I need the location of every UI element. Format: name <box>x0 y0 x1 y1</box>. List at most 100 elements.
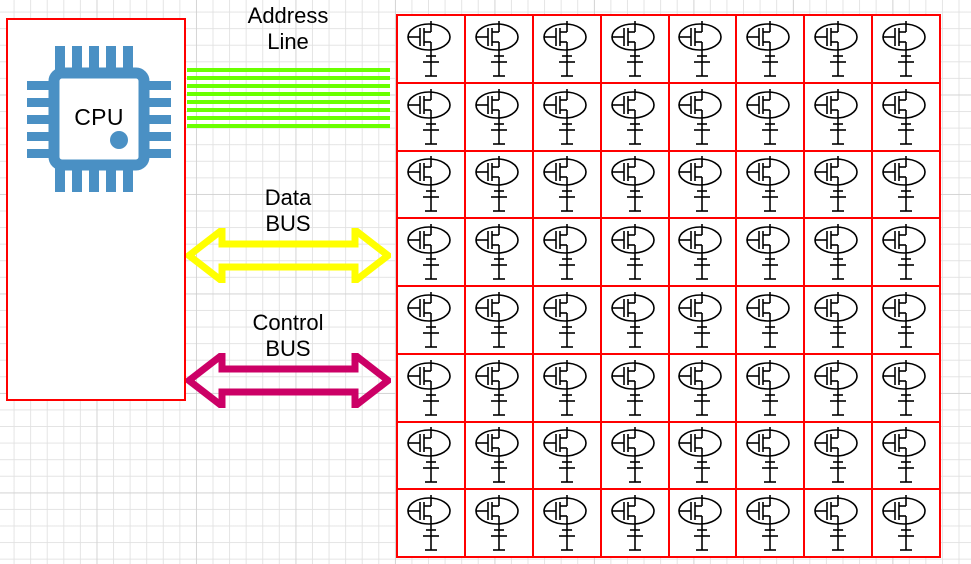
memory-cell[interactable] <box>737 16 806 84</box>
memory-cell[interactable] <box>398 490 466 558</box>
memory-cell[interactable] <box>533 151 602 220</box>
address-line <box>187 108 390 112</box>
memory-cell[interactable] <box>533 422 602 491</box>
memory-cell[interactable] <box>873 151 941 220</box>
memory-cell[interactable] <box>465 422 534 491</box>
dram-cell-icon <box>402 424 460 486</box>
memory-cell[interactable] <box>533 83 602 152</box>
dram-cell-icon <box>877 18 935 80</box>
memory-cell[interactable] <box>398 287 466 355</box>
memory-cell[interactable] <box>465 287 534 355</box>
memory-cell[interactable] <box>737 490 806 558</box>
memory-cell[interactable] <box>805 422 874 491</box>
dram-cell-icon <box>673 424 731 486</box>
memory-cell[interactable] <box>669 490 738 558</box>
control-bus-arrow[interactable] <box>186 353 391 408</box>
memory-cell[interactable] <box>601 287 670 355</box>
memory-cell[interactable] <box>398 151 466 220</box>
memory-cell[interactable] <box>737 83 806 152</box>
address-line <box>187 100 390 104</box>
dram-cell-icon <box>402 153 460 215</box>
memory-cell[interactable] <box>601 422 670 491</box>
memory-cell[interactable] <box>873 219 941 287</box>
dram-cell-icon <box>538 153 596 215</box>
dram-cell-icon <box>741 221 799 283</box>
memory-cell[interactable] <box>669 422 738 491</box>
memory-cell[interactable] <box>465 219 534 287</box>
memory-cell[interactable] <box>533 490 602 558</box>
memory-cell[interactable] <box>805 490 874 558</box>
memory-cell[interactable] <box>737 422 806 491</box>
memory-cell[interactable] <box>465 83 534 152</box>
memory-cell[interactable] <box>669 354 738 423</box>
dram-cell-icon <box>606 18 664 80</box>
memory-cell[interactable] <box>465 16 534 84</box>
memory-cell[interactable] <box>465 151 534 220</box>
address-line <box>187 76 390 80</box>
memory-cell[interactable] <box>398 16 466 84</box>
memory-cell[interactable] <box>805 354 874 423</box>
memory-cell[interactable] <box>805 16 874 84</box>
memory-cell[interactable] <box>737 354 806 423</box>
memory-cell[interactable] <box>805 151 874 220</box>
memory-cell[interactable] <box>669 83 738 152</box>
memory-cell[interactable] <box>805 219 874 287</box>
dram-cell-icon <box>741 153 799 215</box>
memory-cell[interactable] <box>398 83 466 152</box>
address-line-bundle[interactable] <box>187 68 390 130</box>
dram-cell-icon <box>402 18 460 80</box>
memory-cell[interactable] <box>533 219 602 287</box>
memory-cell[interactable] <box>873 83 941 152</box>
memory-cell[interactable] <box>669 151 738 220</box>
memory-cell[interactable] <box>601 16 670 84</box>
memory-cell[interactable] <box>669 219 738 287</box>
memory-cell[interactable] <box>805 83 874 152</box>
memory-cell[interactable] <box>737 287 806 355</box>
memory-cell[interactable] <box>601 83 670 152</box>
memory-cell[interactable] <box>873 16 941 84</box>
memory-cell[interactable] <box>465 490 534 558</box>
memory-cell[interactable] <box>601 219 670 287</box>
dram-cell-icon <box>673 289 731 351</box>
memory-cell[interactable] <box>533 354 602 423</box>
dram-cell-icon <box>877 357 935 419</box>
memory-cell[interactable] <box>398 422 466 491</box>
dram-cell-icon <box>741 424 799 486</box>
memory-cell[interactable] <box>737 151 806 220</box>
address-line <box>187 124 390 128</box>
memory-cell[interactable] <box>601 490 670 558</box>
dram-cell-icon <box>809 424 867 486</box>
data-bus-arrow[interactable] <box>186 228 391 283</box>
address-line <box>187 68 390 72</box>
dram-cell-icon <box>877 424 935 486</box>
dram-cell-icon <box>402 86 460 148</box>
dram-cell-icon <box>470 153 528 215</box>
memory-cell[interactable] <box>805 287 874 355</box>
dram-cell-icon <box>606 492 664 554</box>
memory-cell[interactable] <box>873 490 941 558</box>
dram-cell-icon <box>673 86 731 148</box>
dram-cell-icon <box>877 492 935 554</box>
cpu-panel[interactable]: CPU <box>6 18 186 401</box>
dram-cell-icon <box>606 357 664 419</box>
dram-cell-icon <box>470 18 528 80</box>
dram-cell-icon <box>402 492 460 554</box>
memory-cell[interactable] <box>601 354 670 423</box>
memory-cell[interactable] <box>873 287 941 355</box>
memory-cell[interactable] <box>737 219 806 287</box>
memory-cell[interactable] <box>398 354 466 423</box>
memory-cell[interactable] <box>601 151 670 220</box>
memory-cell-array[interactable] <box>396 14 941 558</box>
address-line <box>187 116 390 120</box>
memory-cell[interactable] <box>465 354 534 423</box>
memory-cell[interactable] <box>873 422 941 491</box>
memory-cell[interactable] <box>533 287 602 355</box>
dram-cell-icon <box>741 492 799 554</box>
memory-cell[interactable] <box>533 16 602 84</box>
memory-cell[interactable] <box>669 287 738 355</box>
memory-cell[interactable] <box>873 354 941 423</box>
dram-cell-icon <box>877 289 935 351</box>
memory-cell[interactable] <box>398 219 466 287</box>
memory-cell[interactable] <box>669 16 738 84</box>
dram-cell-icon <box>877 86 935 148</box>
